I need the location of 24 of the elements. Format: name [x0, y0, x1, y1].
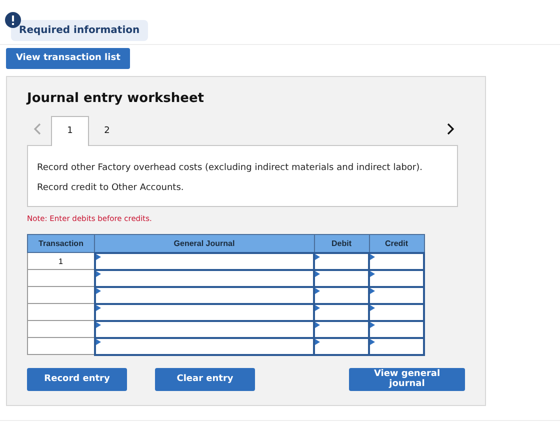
- transaction-cell: [28, 270, 94, 286]
- column-header: Credit: [369, 234, 424, 252]
- transaction-cell: [28, 338, 94, 354]
- transaction-cell: [28, 304, 94, 320]
- alert-icon: [5, 12, 21, 28]
- worksheet-tab[interactable]: 1: [51, 116, 89, 146]
- action-button[interactable]: Clear entry: [155, 368, 255, 390]
- action-button[interactable]: View general journal: [349, 368, 465, 390]
- instruction-text: Record other Factory overhead costs (excluding indirect materials and indirect labor). Record credit to Other Accounts.: [37, 162, 423, 192]
- entry-field[interactable]: [94, 252, 314, 270]
- column-header: Debit: [314, 234, 369, 252]
- transaction-cell: [28, 286, 94, 304]
- entry-field[interactable]: [314, 252, 369, 270]
- worksheet-tab[interactable]: 2: [89, 116, 125, 144]
- next-chevron-icon[interactable]: [447, 122, 455, 134]
- action-button[interactable]: Record entry: [27, 368, 127, 390]
- entry-field[interactable]: [369, 252, 424, 270]
- worksheet-title: Journal entry worksheet: [27, 90, 205, 106]
- required-information-tab[interactable]: Required information: [11, 20, 148, 41]
- column-header: Transaction: [28, 234, 94, 252]
- transaction-cell: [28, 320, 94, 338]
- column-header: General Journal: [94, 234, 314, 252]
- view-transaction-list-button[interactable]: View transaction list: [6, 48, 130, 68]
- transaction-cell: 1: [28, 252, 94, 270]
